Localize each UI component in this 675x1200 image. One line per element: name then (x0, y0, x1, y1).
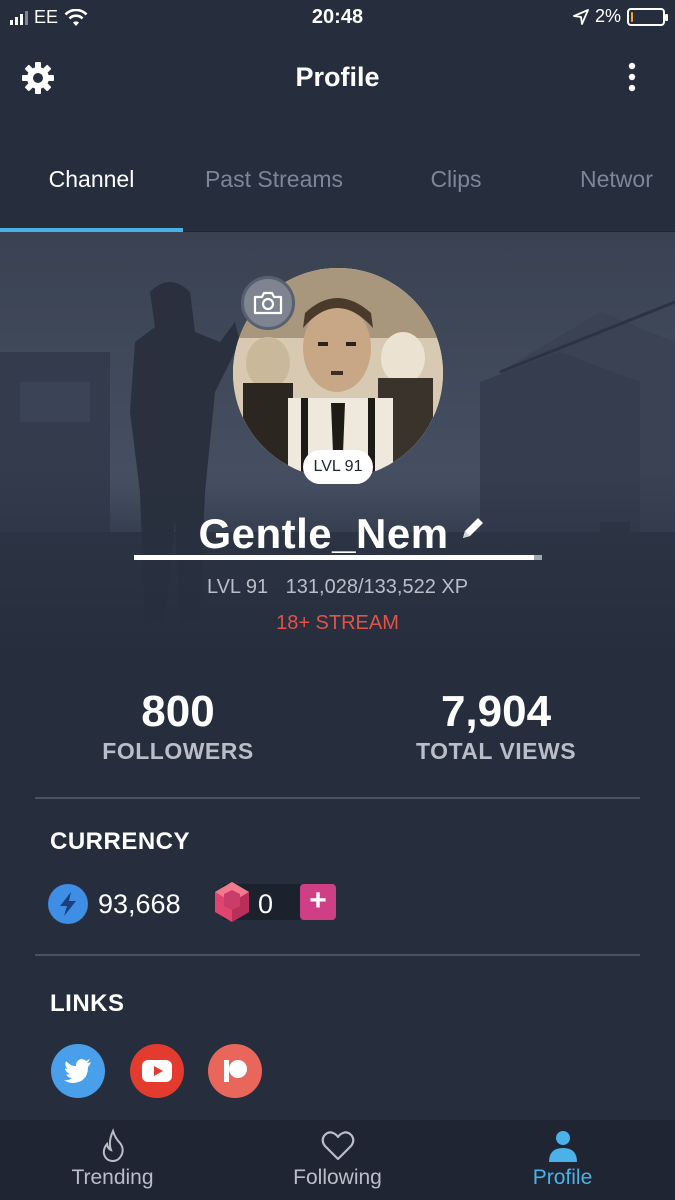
location-arrow-icon (573, 8, 589, 25)
gem-icon (215, 882, 249, 922)
nav-following[interactable]: Following (225, 1120, 450, 1200)
profile-tabs: Channel Past Streams Clips Networ (0, 126, 675, 233)
nav-trending[interactable]: Trending (0, 1120, 225, 1200)
pencil-icon[interactable] (459, 514, 487, 542)
nav-trending-label: Trending (71, 1166, 154, 1189)
nav-following-label: Following (293, 1166, 382, 1189)
nav-profile[interactable]: Profile (450, 1120, 675, 1200)
patreon-link-button[interactable] (208, 1044, 262, 1098)
nav-profile-label: Profile (532, 1166, 593, 1189)
bolt-balance: 93,668 (98, 889, 181, 919)
tab-network[interactable]: Networ (580, 126, 675, 232)
twitter-icon (64, 1059, 91, 1083)
add-gems-button[interactable]: + (300, 884, 336, 920)
avatar-wrap: LVL 91 (233, 268, 443, 484)
followers-label: FOLLOWERS (102, 738, 254, 764)
xp-progress-bar (134, 555, 542, 560)
username: Gentle_Nem (0, 510, 675, 558)
status-bar: EE 20:48 2% (0, 0, 675, 36)
youtube-icon (142, 1060, 172, 1082)
status-right: 2% (573, 6, 668, 27)
youtube-link-button[interactable] (130, 1044, 184, 1098)
bolt-currency-icon (48, 884, 88, 924)
app-header: Profile (0, 36, 675, 126)
currency-title: CURRENCY (50, 828, 191, 855)
xp-text: 131,028/133,522 XP (285, 576, 469, 598)
person-icon (548, 1131, 577, 1162)
battery-level (631, 11, 633, 22)
patreon-icon (224, 1060, 247, 1082)
xp-progress-fill (134, 555, 535, 560)
tab-past-streams[interactable]: Past Streams (203, 126, 345, 232)
profile-hero: LVL 91 Gentle_Nem LVL 91 131,028/133,522… (0, 232, 675, 662)
flame-icon (102, 1128, 124, 1163)
gem-balance: 0 (258, 889, 274, 919)
total-views-stat: 7,904 TOTAL VIEWS (346, 686, 646, 765)
page-title: Profile (295, 62, 380, 92)
divider (35, 797, 640, 799)
total-views-label: TOTAL VIEWS (415, 738, 577, 764)
links-title: LINKS (50, 990, 125, 1017)
xp-summary: LVL 91 131,028/133,522 XP (0, 576, 675, 599)
adult-stream-badge: 18+ STREAM (276, 612, 399, 634)
more-vertical-icon[interactable] (627, 62, 637, 92)
battery-percent: 2% (594, 6, 621, 26)
bottom-nav: Trending Following Profile (0, 1120, 675, 1200)
battery-icon (627, 7, 668, 26)
followers-count: 800 (141, 687, 215, 736)
level-badge: LVL 91 (303, 450, 373, 484)
heart-icon (321, 1131, 354, 1161)
username-text: Gentle_Nem (198, 510, 449, 557)
followers-stat[interactable]: 800 FOLLOWERS (28, 686, 328, 765)
tab-channel[interactable]: Channel (0, 126, 183, 232)
twitter-link-button[interactable] (51, 1044, 105, 1098)
camera-icon (253, 291, 283, 315)
total-views-count: 7,904 (440, 687, 552, 736)
channel-stats: 800 FOLLOWERS 7,904 TOTAL VIEWS (0, 686, 675, 776)
divider (35, 954, 640, 956)
level-text: LVL 91 (206, 576, 269, 598)
tab-clips[interactable]: Clips (385, 126, 527, 232)
lightning-icon (60, 892, 76, 916)
change-photo-button[interactable] (241, 276, 295, 330)
